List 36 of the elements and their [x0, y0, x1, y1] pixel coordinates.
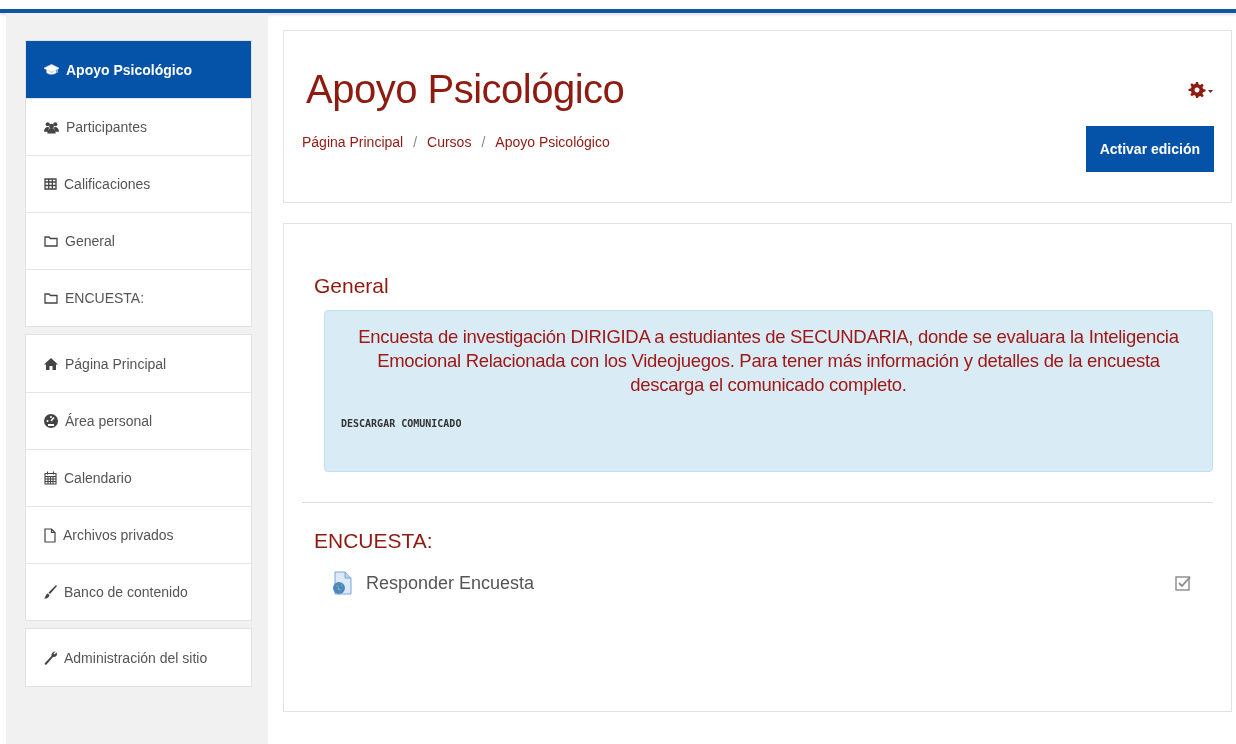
sidebar-item[interactable]: Área personal	[26, 392, 251, 449]
brush-icon	[44, 585, 57, 599]
sidebar-item[interactable]: Apoyo Psicológico	[26, 41, 251, 98]
sidebar-item[interactable]: Participantes	[26, 98, 251, 155]
table-icon	[44, 178, 57, 190]
folder-icon	[44, 235, 58, 247]
dashboard-icon	[44, 414, 58, 428]
edit-mode-button[interactable]: Activar edición	[1085, 126, 1214, 172]
file-icon	[44, 527, 56, 543]
course-title: Apoyo Psicológico	[306, 67, 625, 112]
breadcrumb-link[interactable]: Página Principal	[302, 134, 404, 150]
calendar-icon	[44, 471, 57, 485]
summary-text: Encuesta de investigación DIRIGIDA a estudiantes de SECUNDARIA, donde se evaluara la Inteligencia Emocional Relacionada con los Videojuegos. Para tener más información y detalles de la encuesta descarga el comunicado completo.	[357, 325, 1180, 398]
sidebar-item[interactable]: Página Principal	[26, 335, 251, 392]
download-link[interactable]: DESCARGAR COMUNICADO	[341, 418, 462, 430]
activity-link[interactable]: Responder Encuesta	[366, 572, 1161, 594]
home-icon	[44, 357, 58, 370]
web-page-icon	[332, 571, 352, 596]
sidebar-item[interactable]: Administración del sitio	[26, 629, 251, 686]
breadcrumb-separator: /	[481, 134, 486, 150]
breadcrumb-link[interactable]: Cursos	[427, 134, 472, 150]
users-icon	[44, 120, 59, 134]
folder-icon	[44, 292, 58, 304]
graduation-cap-icon	[44, 63, 59, 76]
section-title: General	[314, 274, 390, 298]
completion-checkbox[interactable]	[1175, 575, 1191, 592]
wrench-icon	[44, 650, 57, 665]
sidebar-item[interactable]: ENCUESTA:	[26, 269, 251, 326]
section-title: ENCUESTA:	[314, 529, 434, 554]
sidebar-item[interactable]: General	[26, 212, 251, 269]
sidebar-item[interactable]: Calendario	[26, 449, 251, 506]
breadcrumb-separator: /	[413, 134, 418, 150]
sidebar-item[interactable]: Banco de contenido	[26, 563, 251, 620]
sidebar-item[interactable]: Calificaciones	[26, 155, 251, 212]
breadcrumb-link[interactable]: Apoyo Psicológico	[495, 134, 610, 150]
sidebar-item[interactable]: Archivos privados	[26, 506, 251, 563]
